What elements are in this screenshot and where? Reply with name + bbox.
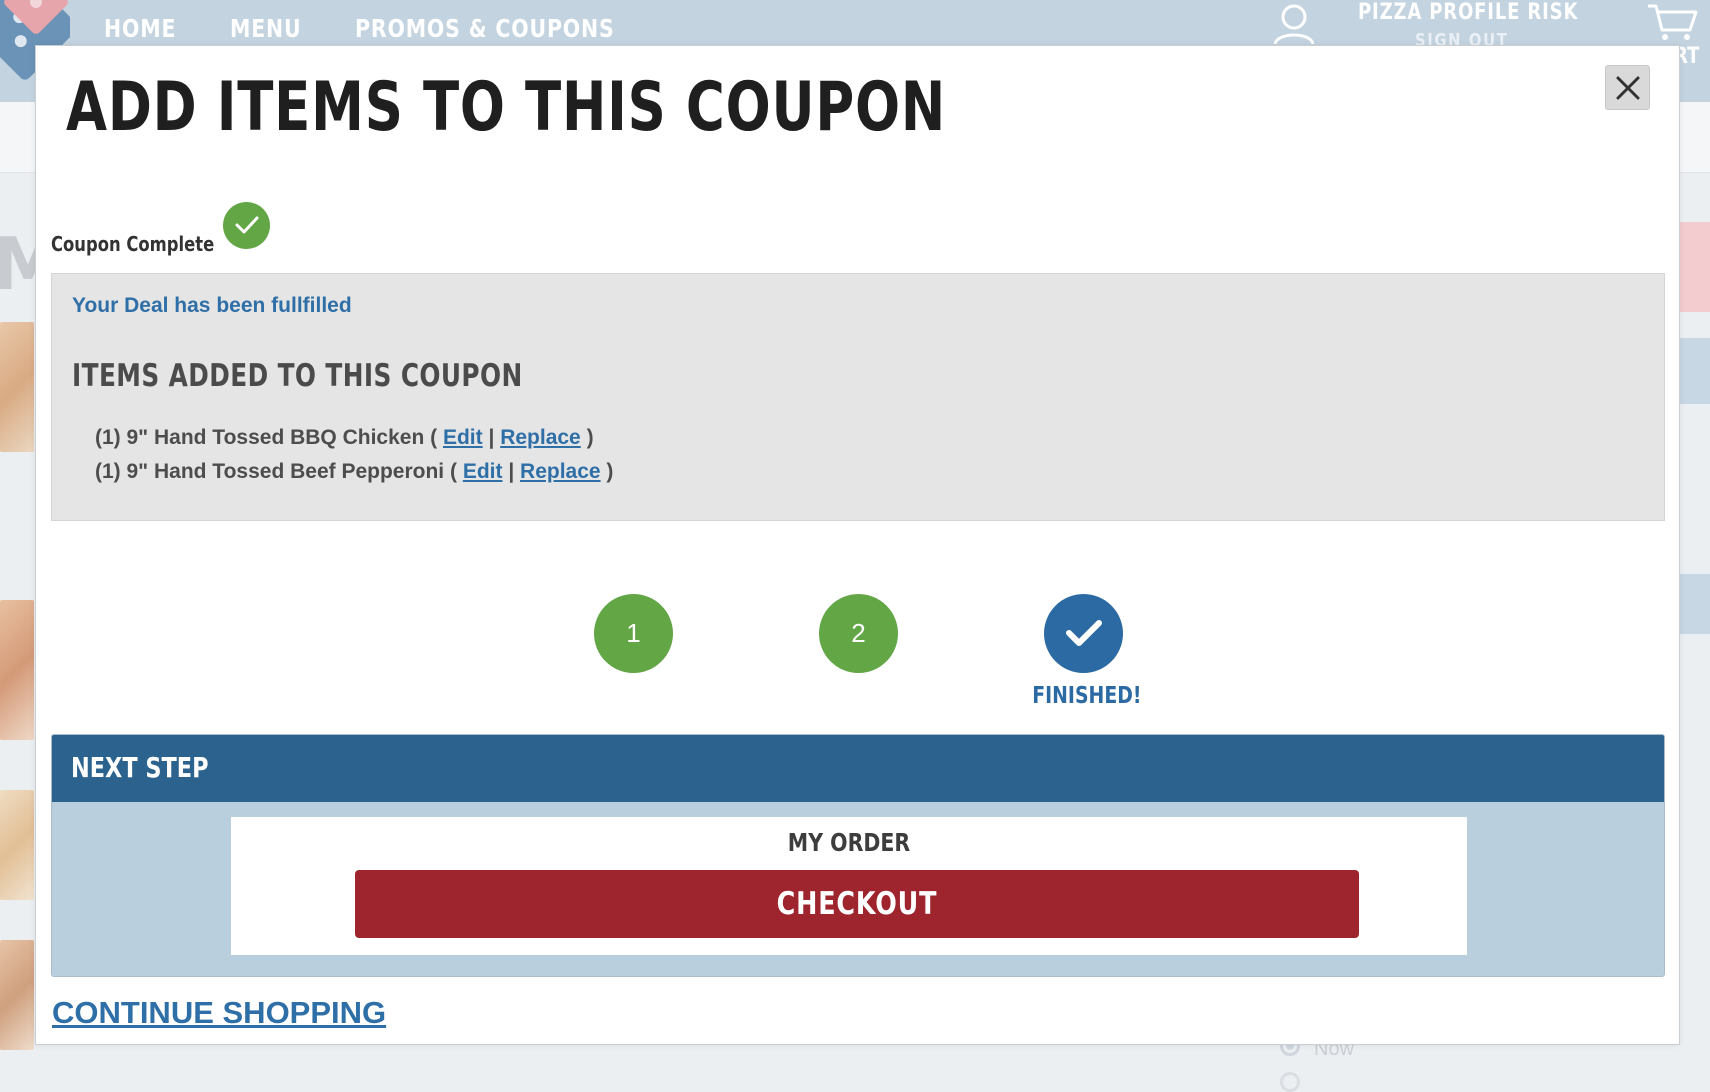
deal-message: Your Deal has been fullfilled	[72, 294, 352, 317]
next-step-title: NEXT STEP	[71, 751, 209, 784]
menu-item-image[interactable]	[0, 790, 34, 900]
nav-promos-coupons[interactable]: PROMOS & COUPONS	[355, 10, 615, 47]
sidebar-promo	[1680, 222, 1710, 312]
finished-label: FINISHED!	[1032, 683, 1142, 709]
my-order-label: MY ORDER	[787, 828, 911, 857]
continue-shopping-link[interactable]: CONTINUE SHOPPING	[52, 995, 386, 1031]
user-icon[interactable]	[1272, 2, 1316, 44]
nav-home[interactable]: HOME	[104, 10, 176, 47]
deal-summary: Your Deal has been fullfilled ITEMS ADDE…	[51, 273, 1665, 521]
coupon-item: (1) 9" Hand Tossed BBQ Chicken ( Edit | …	[95, 421, 613, 455]
items-heading: ITEMS ADDED TO THIS COUPON	[72, 358, 523, 394]
sidebar-tab[interactable]	[1680, 338, 1710, 404]
coupon-item: (1) 9" Hand Tossed Beef Pepperoni ( Edit…	[95, 455, 613, 489]
coupon-modal: ADD ITEMS TO THIS COUPON Coupon Complete…	[35, 45, 1680, 1045]
replace-link[interactable]: Replace	[500, 426, 581, 449]
radio-later[interactable]	[1280, 1072, 1300, 1092]
coupon-item-text: (1) 9" Hand Tossed Beef Pepperoni (	[95, 460, 463, 483]
sidebar-tab[interactable]	[1680, 574, 1710, 634]
menu-item-image[interactable]	[0, 600, 34, 740]
menu-item-image[interactable]	[0, 322, 34, 452]
next-step-panel: NEXT STEP MY ORDER CHECKOUT	[51, 734, 1665, 977]
nav-menu[interactable]: MENU	[230, 10, 301, 47]
coupon-item-text: (1) 9" Hand Tossed BBQ Chicken (	[95, 426, 443, 449]
close-button[interactable]	[1605, 65, 1650, 110]
close-paren: )	[580, 426, 594, 449]
progress-step-finished	[1044, 594, 1123, 673]
edit-link[interactable]: Edit	[443, 426, 483, 449]
checkout-button[interactable]: CHECKOUT	[355, 870, 1359, 938]
check-circle-icon	[223, 202, 270, 249]
edit-link[interactable]: Edit	[463, 460, 503, 483]
close-icon	[1616, 76, 1640, 100]
my-order-card: MY ORDER CHECKOUT	[231, 817, 1467, 955]
close-paren: )	[600, 460, 614, 483]
account-name: PIZZA PROFILE RISK	[1358, 0, 1579, 25]
modal-title: ADD ITEMS TO THIS COUPON	[66, 68, 947, 147]
progress-step-2[interactable]: 2	[819, 594, 898, 673]
link-separator: |	[482, 426, 501, 449]
checkmark-icon	[1066, 620, 1102, 646]
coupon-items-list: (1) 9" Hand Tossed BBQ Chicken ( Edit | …	[95, 421, 613, 489]
next-step-header: NEXT STEP	[52, 735, 1664, 802]
cart-icon[interactable]	[1640, 0, 1700, 42]
link-separator: |	[502, 460, 521, 483]
main-nav: HOME MENU PROMOS & COUPONS	[104, 10, 710, 47]
replace-link[interactable]: Replace	[520, 460, 601, 483]
progress-step-1[interactable]: 1	[594, 594, 673, 673]
coupon-status-label: Coupon Complete	[51, 232, 215, 256]
checkout-label: CHECKOUT	[776, 886, 938, 922]
coupon-status: Coupon Complete	[51, 202, 451, 256]
menu-item-image[interactable]	[0, 940, 34, 1050]
